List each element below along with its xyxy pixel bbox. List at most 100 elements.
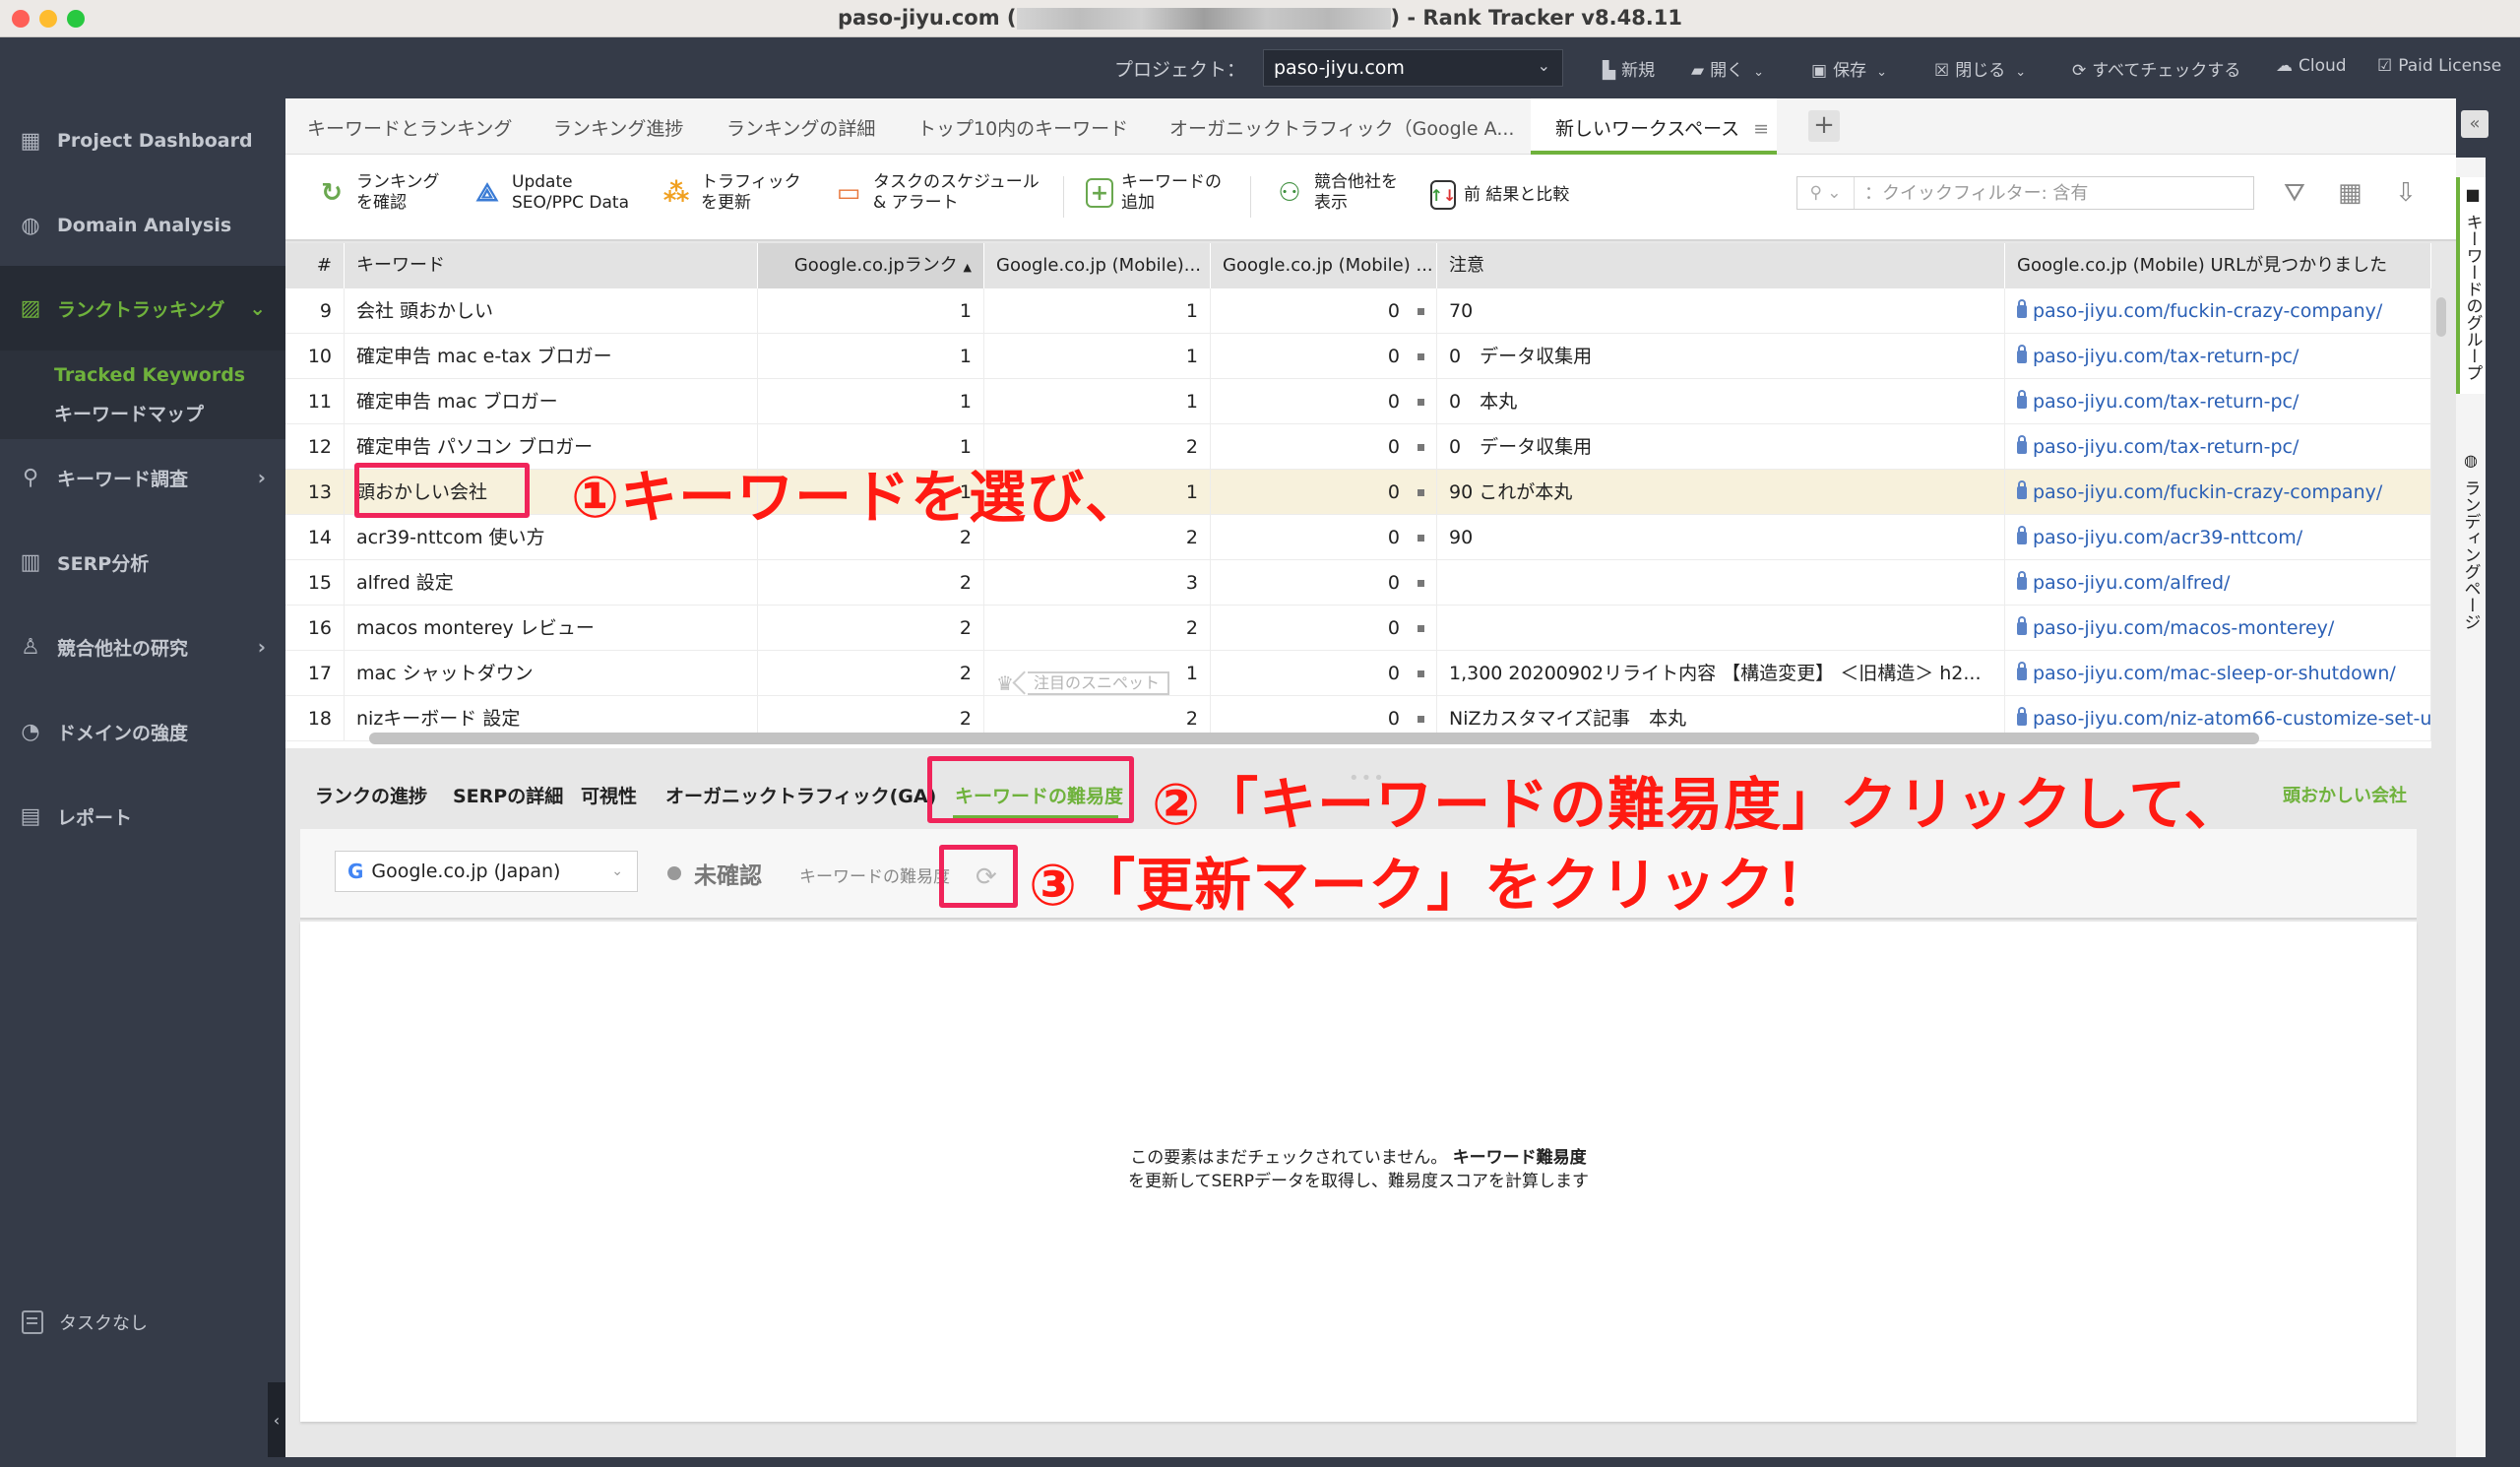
tab-new-workspace[interactable]: 新しいワークスペース ≡ xyxy=(1555,114,1769,141)
cell-note xyxy=(1437,606,2005,651)
filter-icon[interactable]: ⛛ xyxy=(2284,178,2305,209)
url-link[interactable]: paso-jiyu.com/tax-return-pc/ xyxy=(2033,346,2299,367)
column-header-url[interactable]: Google.co.jp (Mobile) URLが見つかりました xyxy=(2005,243,2431,288)
schedule-alerts-button[interactable]: ▭ タスクのスケジュール & アラート xyxy=(832,172,1040,214)
chevron-left-icon: ‹ xyxy=(273,1410,281,1430)
horizontal-scrollbar[interactable] xyxy=(369,733,2259,744)
sidebar-item-competitor-research[interactable]: ♙ 競合他社の研究 › xyxy=(0,605,285,689)
search-icon[interactable]: ⚲ ⌄ xyxy=(1797,177,1855,209)
column-header-index[interactable]: # xyxy=(285,243,345,288)
side-tab-landing-pages[interactable]: ◍ ランディングページ xyxy=(2456,443,2486,660)
cell-url[interactable]: paso-jiyu.com/mac-sleep-or-shutdown/ xyxy=(2005,651,2431,696)
detail-tab-serp-details[interactable]: SERPの詳細 xyxy=(453,782,563,808)
grid-view-icon[interactable]: ▦ xyxy=(2338,178,2362,208)
column-header-keyword[interactable]: キーワード xyxy=(345,243,758,288)
url-link[interactable]: paso-jiyu.com/alfred/ xyxy=(2033,572,2230,594)
column-header-mobile-2[interactable]: Google.co.jp (Mobile) ... xyxy=(1211,243,1437,288)
cell-url[interactable]: paso-jiyu.com/fuckin-crazy-company/ xyxy=(2005,470,2431,515)
quick-filter-input[interactable] xyxy=(1855,182,2248,204)
cell-url[interactable]: paso-jiyu.com/tax-return-pc/ xyxy=(2005,424,2431,470)
project-select[interactable]: paso-jiyu.com ⌄ xyxy=(1263,49,1563,87)
side-tab-keyword-groups[interactable]: ■ キーワードのグループ xyxy=(2456,177,2486,394)
vertical-scrollbar[interactable] xyxy=(2436,297,2446,337)
table-row[interactable]: 15 alfred 設定 2 3 0 paso-jiyu.com/alfred/ xyxy=(285,560,2431,606)
tab-top10-keywords[interactable]: トップ10内のキーワード xyxy=(917,114,1128,141)
sidebar: ▦ Project Dashboard ◍ Domain Analysis ▨ … xyxy=(0,98,285,1467)
add-keyword-button[interactable]: + キーワードの 追加 xyxy=(1086,172,1222,214)
open-button[interactable]: ▰ 開く ⌄ xyxy=(1691,56,1764,81)
check-all-button[interactable]: ⟳ すべてチェックする xyxy=(2072,56,2240,81)
cell-url[interactable]: paso-jiyu.com/fuckin-crazy-company/ xyxy=(2005,288,2431,334)
table-row[interactable]: 10 確定申告 mac e-tax ブロガー 1 1 0 0 データ収集用 paso-jiy… xyxy=(285,334,2431,379)
url-link[interactable]: paso-jiyu.com/mac-sleep-or-shutdown/ xyxy=(2033,663,2396,684)
sidebar-item-rank-tracking[interactable]: ▨ ランクトラッキング ⌄ xyxy=(0,266,285,351)
compare-results-button[interactable]: ↑ ↓ 前 結果と比較 xyxy=(1430,180,1569,210)
license-button[interactable]: ☑ Paid License xyxy=(2377,56,2501,76)
save-button[interactable]: ▣ 保存 ⌄ xyxy=(1811,56,1887,81)
new-button[interactable]: ▙ 新規 xyxy=(1603,56,1655,81)
cell-kw: alfred 設定 xyxy=(345,560,758,606)
tasks-status[interactable]: タスクなし xyxy=(22,1309,148,1335)
toolbar-divider xyxy=(1063,176,1064,218)
collapse-sidebar-button[interactable]: ‹ xyxy=(268,1382,285,1457)
cell-url[interactable]: paso-jiyu.com/tax-return-pc/ xyxy=(2005,379,2431,424)
column-header-mobile-rank[interactable]: Google.co.jp (Mobile)... xyxy=(984,243,1211,288)
detail-tab-visibility[interactable]: 可視性 xyxy=(581,782,637,808)
detail-tab-rank-progress[interactable]: ランクの進捗 xyxy=(315,782,427,808)
workspace-tabs: キーワードとランキング ランキング進捗 ランキングの詳細 トップ10内のキーワー… xyxy=(285,98,2488,155)
url-link[interactable]: paso-jiyu.com/fuckin-crazy-company/ xyxy=(2033,481,2382,503)
menu-icon[interactable]: ≡ xyxy=(1753,118,1769,140)
cell-rank: 1 xyxy=(758,288,984,334)
url-link[interactable]: paso-jiyu.com/macos-monterey/ xyxy=(2033,617,2334,639)
tasks-icon xyxy=(22,1310,43,1334)
sidebar-item-serp-analysis[interactable]: ▥ SERP分析 xyxy=(0,520,285,605)
add-tab-button[interactable]: + xyxy=(1808,110,1840,142)
cell-url[interactable]: paso-jiyu.com/macos-monterey/ xyxy=(2005,606,2431,651)
sidebar-item-keyword-research[interactable]: ⚲ キーワード調査 › xyxy=(0,435,285,520)
folder-icon: ▰ xyxy=(1691,61,1705,81)
app-window: paso-jiyu.com () - Rank Tracker v8.48.11… xyxy=(0,0,2520,1467)
url-link[interactable]: paso-jiyu.com/fuckin-crazy-company/ xyxy=(2033,300,2382,322)
url-link[interactable]: paso-jiyu.com/niz-atom66-customize-set-u xyxy=(2033,708,2430,730)
show-competitors-button[interactable]: ⚇ 競合他社を 表示 xyxy=(1273,172,1398,214)
square-marker-icon xyxy=(1418,716,1424,723)
cloud-button[interactable]: ☁ Cloud xyxy=(2276,56,2347,76)
url-link[interactable]: paso-jiyu.com/tax-return-pc/ xyxy=(2033,391,2299,413)
sidebar-subitem-keyword-map[interactable]: キーワードマップ xyxy=(54,400,204,426)
tab-organic-traffic[interactable]: オーガニックトラフィック（Google A... xyxy=(1169,114,1514,141)
tool-label: 前 結果と比較 xyxy=(1464,184,1570,205)
table-row[interactable]: 16 macos monterey レビュー 2 2 0 paso-jiyu.com/ma… xyxy=(285,606,2431,651)
close-project-button[interactable]: ☒ 閉じる ⌄ xyxy=(1934,56,2026,81)
update-seo-ppc-button[interactable]: ⟁ Update SEO/PPC Data xyxy=(471,172,629,214)
column-header-notes[interactable]: 注意 xyxy=(1437,243,2005,288)
cell-kw: macos monterey レビュー xyxy=(345,606,758,651)
tab-ranking-details[interactable]: ランキングの詳細 xyxy=(726,114,875,141)
tab-keywords-rankings[interactable]: キーワードとランキング xyxy=(307,114,512,141)
save-icon: ▣ xyxy=(1811,61,1828,81)
collapse-right-panel-button[interactable]: « xyxy=(2461,110,2488,138)
table-row[interactable]: 17 mac シャットダウン 2 ♛ 注目のスニペット 1 0 1,300 20200902リ… xyxy=(285,651,2431,696)
export-icon[interactable]: ⇩ xyxy=(2395,178,2417,208)
detail-tab-organic-traffic[interactable]: オーガニックトラフィック(GA) xyxy=(665,782,936,808)
tab-ranking-progress[interactable]: ランキング進捗 xyxy=(553,114,683,141)
update-traffic-button[interactable]: ⁂ トラフィック を更新 xyxy=(660,172,801,214)
sidebar-item-domain-strength[interactable]: ◔ ドメインの強度 xyxy=(0,689,285,774)
cell-url[interactable]: paso-jiyu.com/tax-return-pc/ xyxy=(2005,334,2431,379)
check-rank-button[interactable]: ↻ ランキング を確認 xyxy=(315,172,439,214)
search-engine-select[interactable]: G Google.co.jp (Japan) ⌄ xyxy=(335,851,638,892)
cloud-label: Cloud xyxy=(2299,56,2347,76)
table-row[interactable]: 9 会社 頭おかしい 1 1 0 70 paso-jiyu.com/fuckin-crazy… xyxy=(285,288,2431,334)
cell-n: 15 xyxy=(285,560,345,606)
column-header-rank[interactable]: Google.co.jpランク ▲ xyxy=(758,243,984,288)
sidebar-item-reports[interactable]: ▤ レポート xyxy=(0,774,285,859)
traffic-refresh-icon: ⁂ xyxy=(662,177,690,208)
cell-url[interactable]: paso-jiyu.com/alfred/ xyxy=(2005,560,2431,606)
cell-note: 1,300 20200902リライト内容 【構造変更】 ＜旧構造＞ h2... xyxy=(1437,651,2005,696)
sidebar-subitem-tracked-keywords[interactable]: Tracked Keywords xyxy=(54,364,245,386)
url-link[interactable]: paso-jiyu.com/acr39-nttcom/ xyxy=(2033,527,2302,548)
sidebar-item-domain-analysis[interactable]: ◍ Domain Analysis xyxy=(0,183,285,268)
cell-url[interactable]: paso-jiyu.com/acr39-nttcom/ xyxy=(2005,515,2431,560)
table-row[interactable]: 11 確定申告 mac ブロガー 1 1 0 0 本丸 paso-jiyu.com/tax-… xyxy=(285,379,2431,424)
sidebar-item-project-dashboard[interactable]: ▦ Project Dashboard xyxy=(0,98,285,183)
url-link[interactable]: paso-jiyu.com/tax-return-pc/ xyxy=(2033,436,2299,458)
